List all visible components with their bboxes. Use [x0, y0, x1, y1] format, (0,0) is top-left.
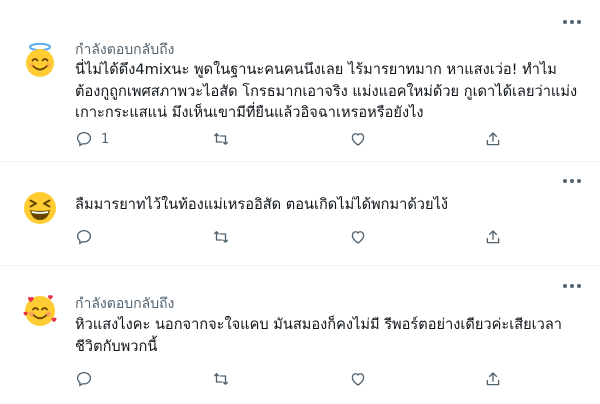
retweet-icon	[213, 373, 229, 385]
like-button[interactable]	[349, 226, 367, 248]
share-button[interactable]	[484, 226, 502, 248]
tweet-actions	[0, 226, 600, 248]
retweet-button[interactable]	[212, 368, 230, 390]
share-button[interactable]	[484, 368, 502, 390]
grinning-squinting-face-emoji	[24, 192, 56, 224]
more-options-icon[interactable]	[561, 16, 583, 28]
more-options-icon[interactable]	[561, 175, 583, 187]
retweet-button[interactable]	[212, 128, 230, 150]
share-icon	[486, 230, 500, 244]
heart-icon	[351, 231, 365, 244]
replying-to-label: กำลังตอบกลับถึง	[75, 42, 175, 58]
smiling-face-with-hearts-emoji	[23, 295, 57, 326]
tweet-text: ลืมมารยาทไว้ในท้องแม่เหรออิสัด ตอนเกิดไม…	[75, 196, 449, 213]
reply-button[interactable]	[75, 368, 93, 390]
reply-icon	[76, 229, 92, 245]
reply-icon	[76, 371, 92, 387]
tweet-text: นี่ไม่ได้ดึง4mixนะ พูดในฐานะคนคนนึงเลย ไ…	[75, 61, 578, 121]
retweet-icon	[213, 133, 229, 145]
tweet-text: หิวแสงไงคะ นอกจากจะใจแคบ มันสมองก็คงไม่ม…	[75, 316, 562, 355]
more-options-icon[interactable]	[561, 280, 583, 292]
share-icon	[486, 372, 500, 386]
retweet-icon	[213, 231, 229, 243]
halo-smiling-face-emoji	[26, 42, 54, 77]
tweet-reply[interactable]: กำลังตอบกลับถึง หิวแสงไงคะ นอกจากจะใจแคบ…	[0, 266, 600, 404]
reply-count: 1	[101, 131, 110, 147]
tweet-reply[interactable]: ลืมมารยาทไว้ในท้องแม่เหรออิสัด ตอนเกิดไม…	[0, 162, 600, 255]
heart-icon	[351, 133, 365, 146]
reply-icon	[76, 131, 92, 147]
share-button[interactable]	[484, 128, 502, 150]
reply-button[interactable]	[75, 226, 93, 248]
heart-icon	[351, 373, 365, 386]
tweet-reply[interactable]: กำลังตอบกลับถึง นี่ไม่ได้ดึง4mixนะ พูดใน…	[0, 0, 600, 160]
reply-button[interactable]: 1	[75, 128, 109, 150]
like-button[interactable]	[349, 368, 367, 390]
retweet-button[interactable]	[212, 226, 230, 248]
tweet-actions: 1	[0, 128, 600, 150]
like-button[interactable]	[349, 128, 367, 150]
replying-to-label: กำลังตอบกลับถึง	[75, 296, 175, 312]
share-icon	[486, 132, 500, 146]
tweet-actions	[0, 368, 600, 390]
